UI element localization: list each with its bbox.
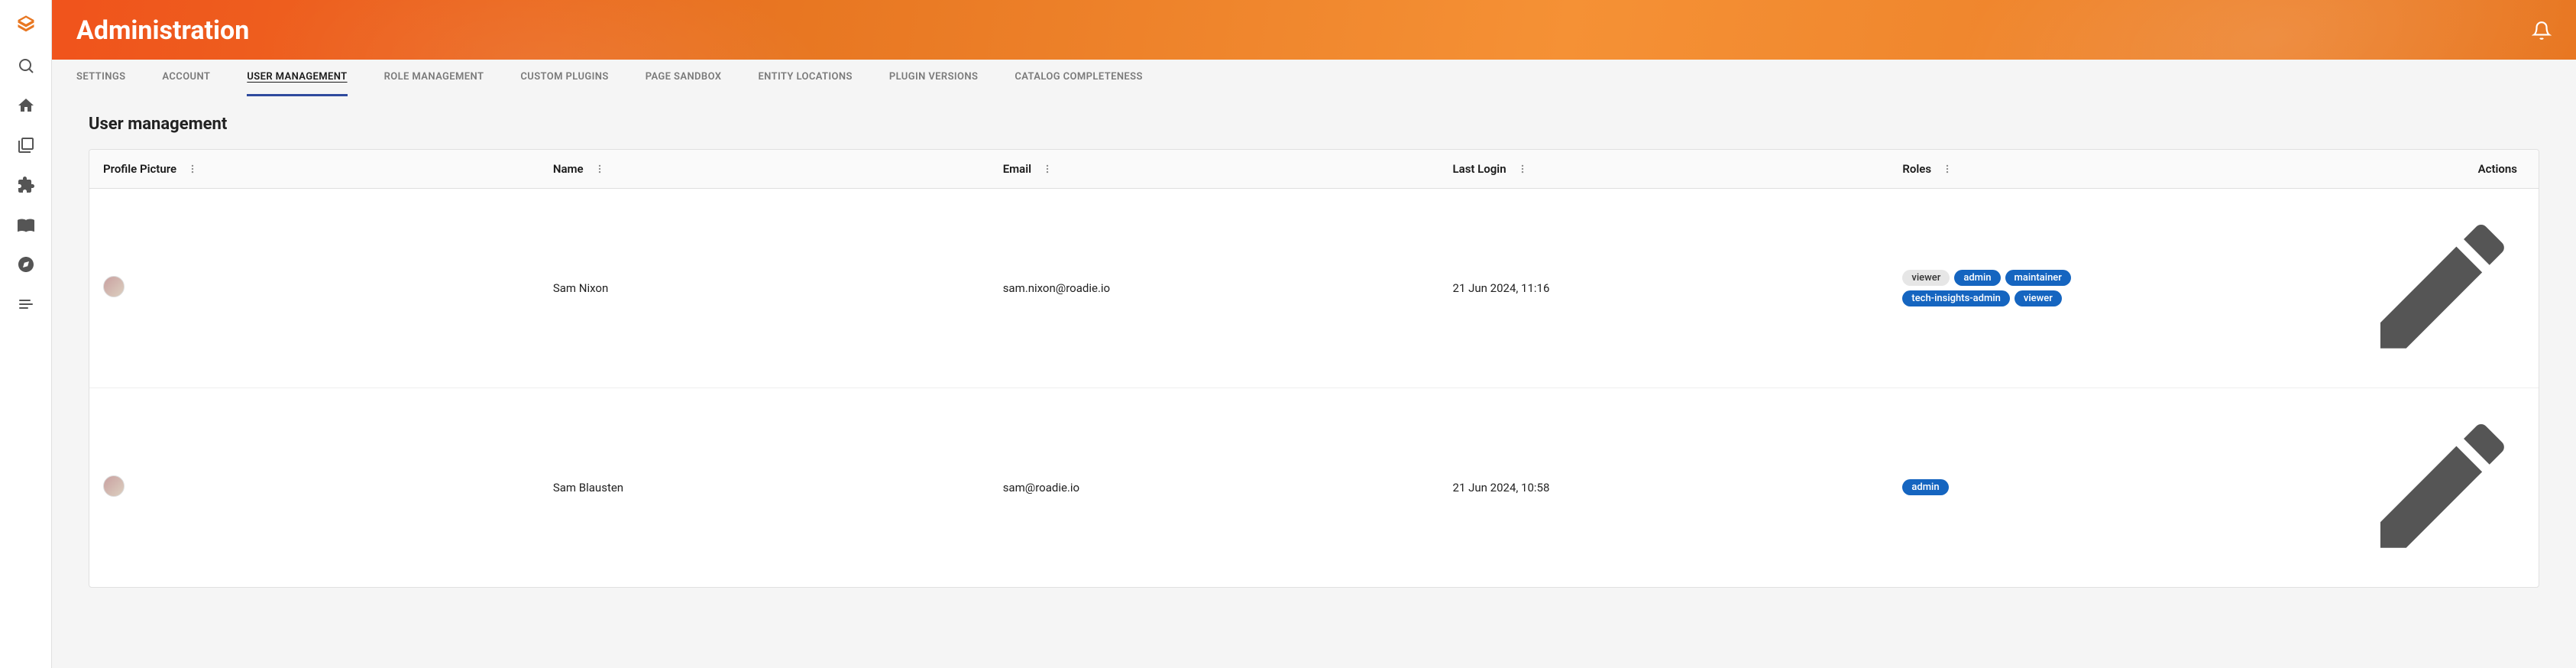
library-icon[interactable] (17, 136, 35, 154)
role-chip: tech-insights-admin (1902, 290, 2010, 306)
cell-roles: vieweradminmaintainertech-insights-admin… (1888, 189, 2338, 388)
column-label: Actions (2478, 162, 2517, 176)
column-label: Profile Picture (103, 162, 176, 176)
tab-user-management[interactable]: User Management (247, 60, 347, 96)
content-area: User management Profile Picture (52, 96, 2576, 668)
main-content: Administration Settings Account User Manag… (52, 0, 2576, 668)
column-menu-icon[interactable] (1517, 164, 1528, 174)
tab-plugin-versions[interactable]: Plugin Versions (889, 60, 979, 96)
column-label: Last Login (1453, 162, 1506, 176)
tab-settings[interactable]: Settings (76, 60, 125, 96)
column-label: Roles (1902, 162, 1931, 176)
cell-email: sam.nixon@roadie.io (989, 189, 1439, 388)
column-header-profile: Profile Picture (89, 150, 539, 189)
notifications-icon[interactable] (2532, 21, 2552, 41)
page-title: Administration (76, 15, 249, 46)
page-header: Administration (52, 0, 2576, 60)
table-row: Sam Nixonsam.nixon@roadie.io21 Jun 2024,… (89, 189, 2539, 388)
book-icon[interactable] (17, 216, 35, 234)
cell-last-login: 21 Jun 2024, 11:16 (1439, 189, 1889, 388)
cell-last-login: 21 Jun 2024, 10:58 (1439, 388, 1889, 586)
column-header-actions: Actions (2338, 150, 2539, 189)
tab-role-management[interactable]: Role Management (384, 60, 484, 96)
column-menu-icon[interactable] (1942, 164, 1953, 174)
avatar (103, 276, 125, 297)
column-header-last-login: Last Login (1439, 150, 1889, 189)
cell-actions (2338, 388, 2539, 586)
tab-page-sandbox[interactable]: Page Sandbox (646, 60, 722, 96)
column-label: Name (553, 162, 584, 176)
column-menu-icon[interactable] (1042, 164, 1053, 174)
plugin-icon[interactable] (17, 176, 35, 194)
column-menu-icon[interactable] (594, 164, 605, 174)
edit-icon[interactable] (2360, 558, 2525, 572)
column-header-email: Email (989, 150, 1439, 189)
avatar (103, 475, 125, 497)
app-logo-icon[interactable] (15, 14, 37, 35)
tabs-bar: Settings Account User Management Role Manag… (52, 60, 2576, 96)
home-icon[interactable] (17, 96, 35, 115)
column-label: Email (1003, 162, 1031, 176)
tab-account[interactable]: Account (162, 60, 210, 96)
tab-catalog-completeness[interactable]: Catalog Completeness (1015, 60, 1142, 96)
sidebar (0, 0, 52, 668)
role-chip: viewer (1902, 270, 1950, 286)
tab-entity-locations[interactable]: Entity Locations (758, 60, 852, 96)
search-icon[interactable] (17, 57, 35, 75)
cell-email: sam@roadie.io (989, 388, 1439, 586)
section-title: User management (89, 115, 2539, 134)
tab-custom-plugins[interactable]: Custom Plugins (520, 60, 608, 96)
role-chip: viewer (2015, 290, 2062, 306)
column-header-name: Name (539, 150, 989, 189)
cell-roles: admin (1888, 388, 2338, 586)
compass-icon[interactable] (17, 255, 35, 274)
column-menu-icon[interactable] (187, 164, 198, 174)
column-header-roles: Roles (1888, 150, 2338, 189)
user-table: Profile Picture Name (89, 149, 2539, 588)
cell-name: Sam Blausten (539, 388, 989, 586)
list-icon[interactable] (17, 295, 35, 313)
cell-name: Sam Nixon (539, 189, 989, 388)
role-chip: admin (1902, 479, 1948, 495)
table-row: Sam Blaustensam@roadie.io21 Jun 2024, 10… (89, 388, 2539, 586)
role-chip: maintainer (2005, 270, 2071, 286)
edit-icon[interactable] (2360, 358, 2525, 372)
cell-actions (2338, 189, 2539, 388)
role-chip: admin (1954, 270, 2000, 286)
